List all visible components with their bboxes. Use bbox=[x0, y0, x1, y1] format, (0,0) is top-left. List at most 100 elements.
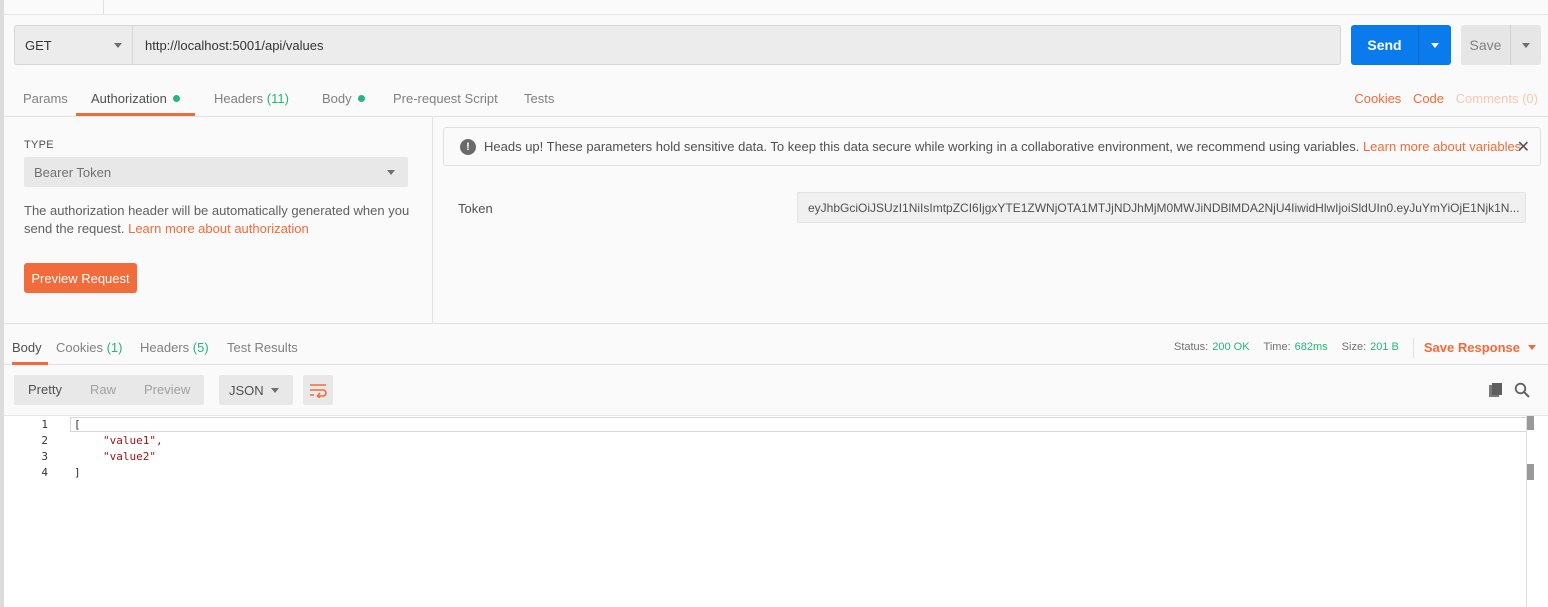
method-select[interactable]: GET bbox=[14, 25, 132, 65]
wrap-lines-button[interactable] bbox=[303, 375, 333, 405]
time-label: Time: bbox=[1263, 341, 1291, 353]
format-value: JSON bbox=[229, 382, 264, 398]
postman-window: GET http://localhost:5001/api/values Sen… bbox=[0, 0, 1548, 607]
divider bbox=[1412, 337, 1414, 358]
code-line: "value2" bbox=[103, 450, 156, 463]
method-value: GET bbox=[25, 37, 52, 53]
tab-label: Headers bbox=[140, 340, 190, 355]
save-response-label: Save Response bbox=[1423, 340, 1520, 355]
tab-params[interactable]: Params bbox=[8, 82, 83, 116]
chevron-down-icon bbox=[1522, 42, 1530, 48]
search-icon[interactable] bbox=[1514, 382, 1530, 398]
status-label: Status: bbox=[1173, 341, 1209, 353]
response-tabs: Body Cookies (1) Headers (5) Test Result… bbox=[4, 323, 1548, 365]
request-tab[interactable] bbox=[14, 0, 104, 14]
active-line-highlight bbox=[70, 417, 1527, 432]
line-number: 2 bbox=[41, 434, 48, 447]
wrap-lines-icon bbox=[310, 384, 327, 398]
type-label: TYPE bbox=[24, 139, 54, 151]
auth-params-panel: ! Heads up! These parameters hold sensit… bbox=[433, 117, 1548, 323]
sensitive-data-warning: ! Heads up! These parameters hold sensit… bbox=[443, 127, 1541, 166]
tab-response-cookies[interactable]: Cookies (1) bbox=[56, 330, 122, 365]
tab-label: Body bbox=[12, 340, 42, 355]
tab-headers[interactable]: Headers (11) bbox=[199, 82, 304, 116]
format-select[interactable]: JSON bbox=[219, 375, 293, 405]
tab-label: Tests bbox=[524, 91, 555, 106]
tab-label: Pre-request Script bbox=[393, 91, 498, 106]
tab-tests[interactable]: Tests bbox=[509, 82, 569, 116]
status-dot-icon bbox=[172, 95, 180, 103]
code-link[interactable]: Code bbox=[1413, 91, 1444, 106]
line-number-gutter: 1 2 3 4 bbox=[4, 416, 60, 607]
tab-label: Test Results bbox=[227, 340, 298, 355]
auth-description: The authorization header will be automat… bbox=[24, 202, 416, 238]
chevron-down-icon bbox=[1528, 345, 1536, 350]
auth-type-value: Bearer Token bbox=[34, 164, 112, 180]
save-response-button[interactable]: Save Response bbox=[1424, 330, 1536, 365]
tab-count: (5) bbox=[192, 340, 209, 355]
response-body-editor[interactable]: 1 2 3 4 [ "value1", "value2" ] bbox=[4, 415, 1548, 607]
view-pretty[interactable]: Pretty bbox=[14, 375, 76, 405]
tab-count: (11) bbox=[266, 91, 289, 106]
tab-label: Authorization bbox=[91, 91, 167, 106]
learn-more-variables-link[interactable]: Learn more about variables bbox=[1363, 139, 1521, 154]
line-number: 3 bbox=[41, 450, 48, 463]
status-value[interactable]: 200 OK bbox=[1212, 330, 1249, 365]
token-label: Token bbox=[458, 201, 493, 216]
url-value: http://localhost:5001/api/values bbox=[145, 37, 324, 53]
save-label: Save bbox=[1461, 25, 1511, 65]
preview-request-button[interactable]: Preview Request bbox=[24, 263, 137, 293]
tab-count: (1) bbox=[106, 340, 123, 355]
response-meta: Status: 200 OK Time: 682ms Size: 201 B S… bbox=[1174, 330, 1536, 365]
tab-authorization[interactable]: Authorization bbox=[76, 82, 195, 116]
tab-pre-request-script[interactable]: Pre-request Script bbox=[378, 82, 513, 116]
warning-text: Heads up! These parameters hold sensitiv… bbox=[484, 139, 1360, 154]
vertical-scrollbar[interactable] bbox=[1526, 416, 1534, 607]
time-value[interactable]: 682ms bbox=[1295, 330, 1328, 365]
learn-more-authorization-link[interactable]: Learn more about authorization bbox=[128, 221, 309, 236]
tab-body[interactable]: Body bbox=[307, 82, 380, 116]
send-label: Send bbox=[1351, 25, 1419, 65]
copy-icon[interactable] bbox=[1488, 382, 1504, 398]
url-input[interactable]: http://localhost:5001/api/values bbox=[132, 25, 1341, 65]
top-tab-strip bbox=[4, 0, 1548, 15]
code-line: [ bbox=[74, 418, 81, 431]
chevron-down-icon bbox=[114, 42, 122, 48]
save-button[interactable]: Save bbox=[1461, 25, 1541, 65]
send-options-dropdown[interactable] bbox=[1419, 25, 1451, 65]
chevron-down-icon bbox=[1431, 42, 1439, 48]
token-input[interactable]: eyJhbGciOiJSUzI1NiIsImtpZCI6IjgxYTE1ZWNj… bbox=[797, 192, 1526, 223]
request-tabs: Params Authorization Headers (11) Body P… bbox=[4, 82, 1548, 117]
token-value: eyJhbGciOiJSUzI1NiIsImtpZCI6IjgxYTE1ZWNj… bbox=[808, 200, 1520, 215]
size-label: Size: bbox=[1341, 341, 1367, 353]
tab-label: Cookies bbox=[56, 340, 103, 355]
tab-test-results[interactable]: Test Results bbox=[227, 330, 298, 365]
tab-response-headers[interactable]: Headers (5) bbox=[140, 330, 209, 365]
request-links: Cookies Code Comments (0) bbox=[1346, 82, 1538, 116]
size-value[interactable]: 201 B bbox=[1370, 330, 1399, 365]
scrollbar-marker bbox=[1527, 416, 1534, 430]
line-number: 1 bbox=[41, 418, 48, 431]
tab-response-body[interactable]: Body bbox=[12, 330, 48, 365]
tab-label: Body bbox=[322, 91, 352, 106]
code-line: ] bbox=[74, 466, 81, 479]
chevron-down-icon bbox=[387, 169, 395, 175]
view-mode-toggle: Pretty Raw Preview bbox=[14, 375, 205, 405]
status-dot-icon bbox=[357, 95, 365, 103]
send-button[interactable]: Send bbox=[1351, 25, 1451, 65]
save-options-dropdown[interactable] bbox=[1511, 25, 1541, 65]
chevron-down-icon bbox=[271, 387, 279, 393]
alert-icon: ! bbox=[460, 138, 476, 155]
auth-type-select[interactable]: Bearer Token bbox=[24, 157, 408, 187]
line-number: 4 bbox=[41, 466, 48, 479]
scrollbar-thumb[interactable] bbox=[1527, 464, 1534, 480]
view-raw[interactable]: Raw bbox=[76, 375, 130, 405]
tab-label: Headers bbox=[214, 91, 264, 106]
auth-type-panel: TYPE Bearer Token The authorization head… bbox=[4, 117, 433, 323]
tab-label: Params bbox=[23, 91, 68, 106]
code-line: "value1", bbox=[103, 434, 163, 447]
view-preview[interactable]: Preview bbox=[130, 375, 204, 405]
close-icon[interactable]: ✕ bbox=[1517, 137, 1530, 157]
comments-link[interactable]: Comments (0) bbox=[1456, 91, 1538, 106]
cookies-link[interactable]: Cookies bbox=[1354, 91, 1401, 106]
